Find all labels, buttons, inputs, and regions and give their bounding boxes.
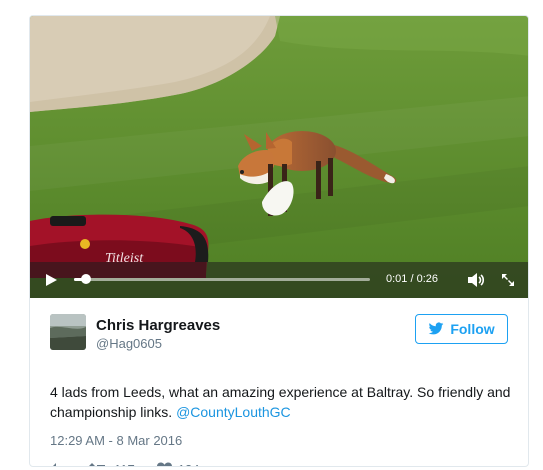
user-handle[interactable]: @Hag0605: [96, 336, 162, 351]
play-button[interactable]: [44, 273, 58, 287]
fullscreen-button[interactable]: [500, 272, 516, 288]
time-total: 0:26: [416, 273, 439, 285]
reply-icon: [53, 463, 56, 466]
retweet-icon: [89, 463, 105, 466]
volume-icon: [468, 273, 485, 287]
video-frame: Titleist: [30, 16, 528, 298]
video-controls-bar: 0:01 / 0:26: [30, 262, 528, 298]
volume-button[interactable]: [467, 272, 485, 288]
play-icon: [46, 274, 57, 286]
timestamp[interactable]: 12:29 AM - 8 Mar 2016: [50, 433, 182, 448]
heart-icon: [156, 462, 172, 466]
twitter-bird-icon: [428, 322, 444, 335]
tweet-text: 4 lads from Leeds, what an amazing exper…: [50, 382, 520, 422]
time-separator: /: [410, 273, 414, 285]
reply-button[interactable]: [50, 462, 66, 466]
follow-button[interactable]: Follow: [415, 314, 508, 344]
display-name[interactable]: Chris Hargreaves: [96, 317, 220, 334]
fullscreen-icon: [502, 274, 514, 286]
follow-label: Follow: [450, 321, 495, 337]
retweet-count: 117: [114, 462, 135, 467]
progress-scrubber-handle[interactable]: [80, 274, 91, 284]
avatar-image: [50, 314, 86, 350]
progress-track[interactable]: [74, 278, 370, 281]
time-display: 0:01 / 0:26: [386, 273, 438, 285]
avatar[interactable]: [50, 314, 86, 350]
retweet-button[interactable]: 117: [88, 462, 135, 467]
time-current: 0:01: [386, 273, 408, 285]
tweet-body: Chris Hargreaves @Hag0605 Follow 4 lads …: [30, 298, 528, 467]
tweet-actions: 117 134: [50, 460, 221, 467]
embedded-tweet-card: Titleist 0:01 / 0:26 Chris Hargreaves @H…: [29, 15, 529, 467]
like-button[interactable]: 134: [156, 462, 200, 467]
video-player[interactable]: Titleist 0:01 / 0:26: [30, 16, 528, 298]
like-count: 134: [178, 462, 200, 467]
mention-link[interactable]: @CountyLouthGC: [176, 404, 291, 420]
